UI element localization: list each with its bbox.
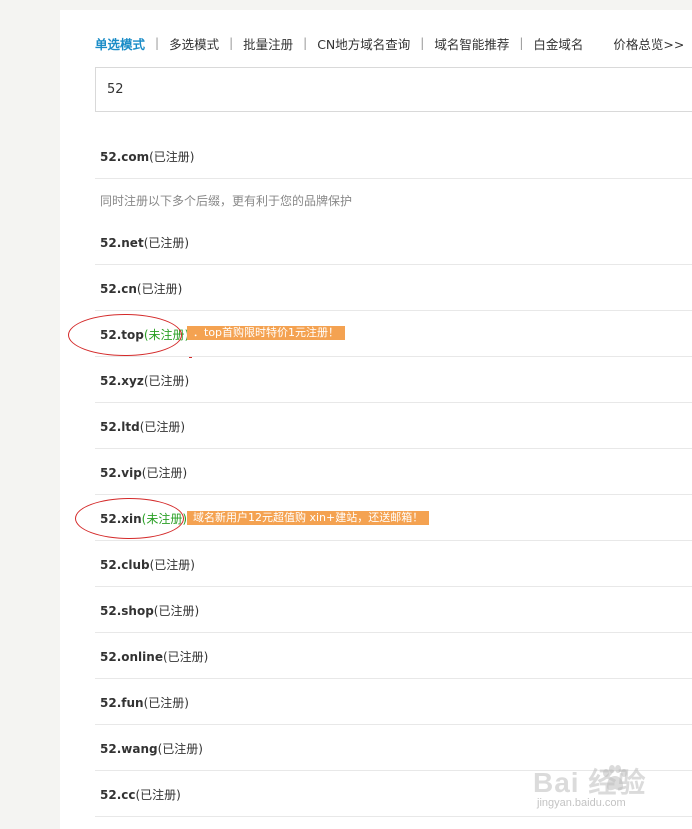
tab-separator: | [303, 36, 308, 50]
result-status: (已注册) [153, 604, 200, 618]
domain-search-box [95, 67, 692, 112]
result-domain: 52.xyz [100, 374, 144, 388]
mode-tabs: 单选模式 | 多选模式 | 批量注册 | CN地方域名查询 | 域名智能推荐 |… [95, 34, 684, 52]
tab-smart-recommend[interactable]: 域名智能推荐 [434, 34, 509, 53]
result-label: 52.top(未注册) [100, 326, 189, 343]
result-row[interactable]: 52.vip(已注册) [95, 449, 692, 495]
result-label: 52.net(已注册) [100, 234, 189, 251]
result-row[interactable]: 52.fun(已注册) [95, 679, 692, 725]
result-status: (已注册) [135, 788, 181, 802]
result-status: (已注册) [157, 742, 203, 756]
result-row[interactable]: 52.club(已注册) [95, 541, 692, 587]
result-row[interactable]: 52.top(未注册) ．top首购限时特价1元注册！ [95, 311, 692, 357]
annotation-mark [189, 357, 192, 358]
paw-icon [603, 765, 627, 791]
result-status: (已注册) [139, 420, 186, 434]
result-domain: 52.top [100, 328, 144, 342]
result-status: (已注册) [141, 466, 188, 480]
domain-search-input[interactable] [96, 68, 692, 111]
result-status: (已注册) [149, 558, 195, 572]
result-label: 52.online(已注册) [100, 648, 208, 665]
watermark-url: jingyan.baidu.com [537, 797, 626, 809]
result-status: (已注册) [143, 696, 189, 710]
watermark-logo: Bai 经验 [533, 767, 647, 798]
result-row[interactable]: 52.xyz(已注册) [95, 357, 692, 403]
tab-separator: | [420, 36, 425, 50]
result-label: 52.com(已注册) [100, 148, 195, 165]
tab-platinum-domain[interactable]: 白金域名 [533, 34, 583, 53]
result-domain: 52.xin [100, 512, 142, 526]
tab-multi-mode[interactable]: 多选模式 [169, 34, 219, 53]
price-overview-link[interactable]: 价格总览>> [613, 34, 684, 53]
result-domain: 52.cn [100, 282, 137, 296]
result-row[interactable]: 52.shop(已注册) [95, 587, 692, 633]
result-label: 52.fun(已注册) [100, 694, 189, 711]
result-label: 52.ltd(已注册) [100, 418, 185, 435]
result-domain: 52.com [100, 150, 150, 164]
result-domain: 52.vip [100, 466, 142, 480]
result-label: 52.xin(未注册) [100, 510, 187, 527]
result-label: 52.vip(已注册) [100, 464, 187, 481]
result-status: (已注册) [162, 650, 209, 664]
result-status: (已注册) [149, 150, 195, 164]
tab-batch-register[interactable]: 批量注册 [243, 34, 293, 53]
promo-banner[interactable]: 域名新用户12元超值购 xin+建站，还送邮箱！ [187, 511, 430, 525]
result-status-available: (未注册) [141, 512, 188, 526]
tab-separator: | [155, 36, 160, 50]
result-domain: 52.cc [100, 788, 136, 802]
result-domain: 52.online [100, 650, 163, 664]
baidu-jingyan-watermark: Bai 经验 jingyan.baidu.com [533, 761, 683, 817]
result-label: 52.xyz(已注册) [100, 372, 189, 389]
result-label: 52.shop(已注册) [100, 602, 199, 619]
result-row[interactable]: 52.cn(已注册) [95, 265, 692, 311]
result-domain: 52.fun [100, 696, 144, 710]
result-row[interactable]: 52.ltd(已注册) [95, 403, 692, 449]
result-domain: 52.shop [100, 604, 154, 618]
result-row[interactable]: 52.com(已注册) [95, 133, 692, 179]
result-row[interactable]: 52.xin(未注册) 域名新用户12元超值购 xin+建站，还送邮箱！ [95, 495, 692, 541]
result-domain: 52.net [100, 236, 144, 250]
tab-cn-local-domain[interactable]: CN地方域名查询 [317, 34, 410, 53]
result-status: (已注册) [143, 374, 190, 388]
result-domain: 52.wang [100, 742, 158, 756]
result-label: 52.cc(已注册) [100, 786, 181, 803]
result-domain: 52.ltd [100, 420, 140, 434]
result-domain: 52.club [100, 558, 150, 572]
tab-separator: | [229, 36, 234, 50]
tab-separator: | [519, 36, 524, 50]
tab-single-mode[interactable]: 单选模式 [95, 34, 145, 53]
result-label: 52.club(已注册) [100, 556, 195, 573]
result-label: 52.cn(已注册) [100, 280, 182, 297]
result-label: 52.wang(已注册) [100, 740, 203, 757]
promo-banner[interactable]: ．top首购限时特价1元注册！ [187, 326, 346, 340]
suffix-note-row: 同时注册以下多个后缀，更有利于您的品牌保护 [95, 179, 692, 219]
result-status: (已注册) [143, 236, 190, 250]
result-row[interactable]: 52.online(已注册) [95, 633, 692, 679]
result-status: (已注册) [136, 282, 183, 296]
result-status-available: (未注册) [143, 328, 190, 342]
result-row[interactable]: 52.net(已注册) [95, 219, 692, 265]
suffix-note: 同时注册以下多个后缀，更有利于您的品牌保护 [100, 194, 353, 208]
